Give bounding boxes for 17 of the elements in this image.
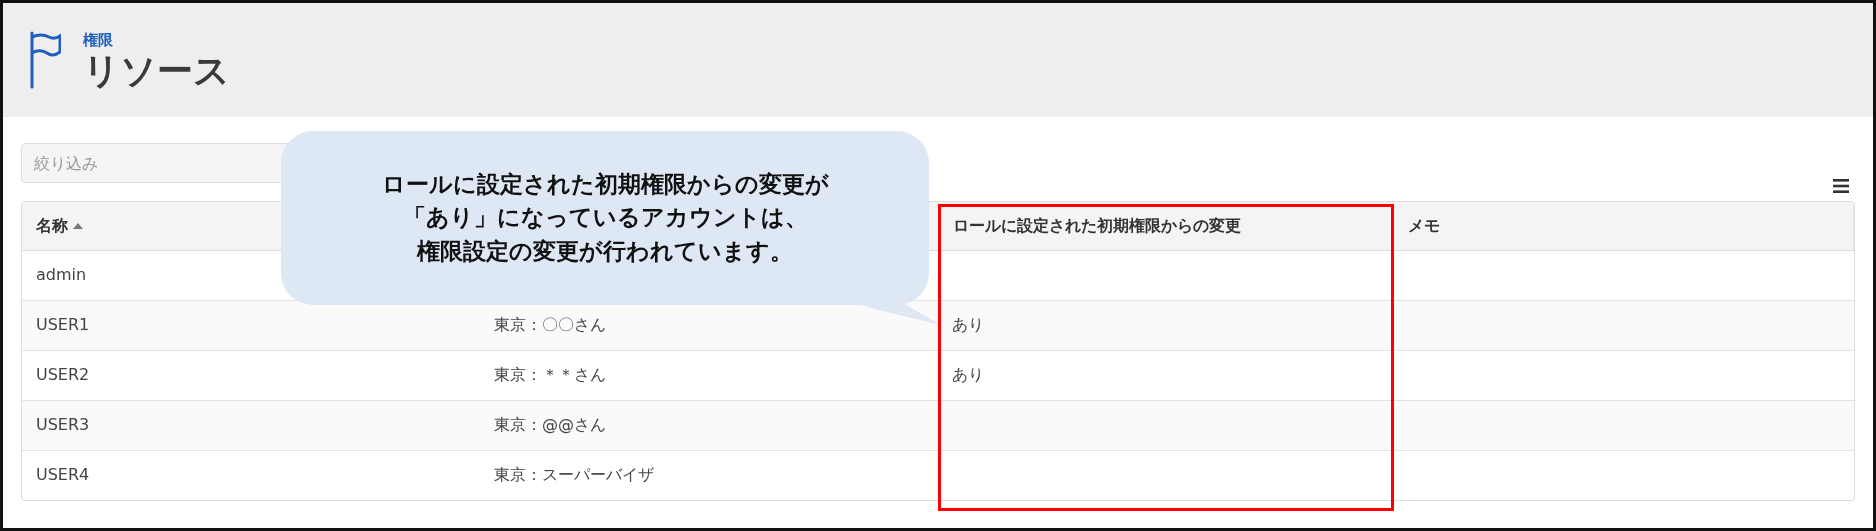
table-cell: USER1: [36, 315, 90, 334]
table-cell: あり: [952, 315, 984, 334]
table-cell: 東京：スーパーバイザ: [494, 465, 654, 485]
table-cell: 東京：＊＊さん: [494, 365, 606, 384]
menu-icon[interactable]: [1833, 179, 1849, 193]
table-cell: admin: [36, 265, 87, 284]
breadcrumb-link[interactable]: 権限: [83, 28, 230, 52]
table-cell: USER4: [36, 465, 90, 485]
column-header[interactable]: ロールに設定された初期権限からの変更: [938, 202, 1393, 250]
table-cell: 東京：@@さん: [494, 415, 606, 434]
column-header[interactable]: メモ: [1393, 202, 1854, 250]
table-cell: USER3: [36, 415, 90, 434]
flag-icon: [29, 31, 61, 89]
page-title: リソース: [83, 51, 230, 92]
table-cell: 東京：〇〇さん: [494, 315, 606, 334]
table-cell: あり: [952, 365, 984, 384]
table-cell: USER2: [36, 365, 90, 384]
